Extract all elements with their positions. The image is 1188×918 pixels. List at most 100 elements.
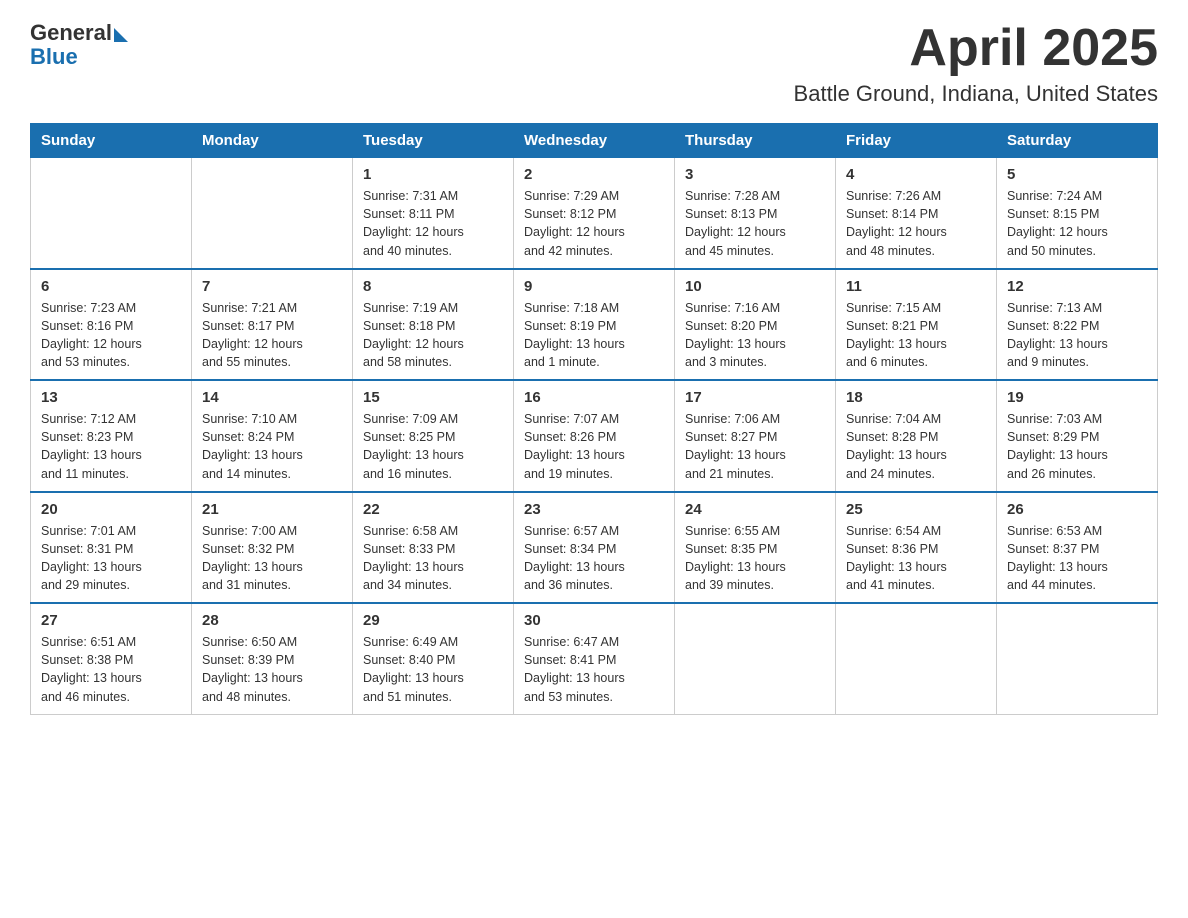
calendar-cell: 15 Sunrise: 7:09 AMSunset: 8:25 PMDayligh… <box>353 380 514 492</box>
calendar-cell: 1 Sunrise: 7:31 AMSunset: 8:11 PMDaylight… <box>353 158 514 269</box>
day-number: 3 <box>685 166 825 183</box>
calendar-cell: 3 Sunrise: 7:28 AMSunset: 8:13 PMDaylight… <box>675 158 836 269</box>
day-number: 30 <box>524 612 664 629</box>
day-number: 10 <box>685 278 825 295</box>
calendar-cell: 10 Sunrise: 7:16 AMSunset: 8:20 PMDayligh… <box>675 269 836 381</box>
logo: General Blue <box>30 20 128 70</box>
col-saturday: Saturday <box>997 124 1158 158</box>
day-info: Sunrise: 6:54 AMSunset: 8:36 PMDaylight:… <box>846 522 986 595</box>
day-number: 25 <box>846 501 986 518</box>
page-title: April 2025 <box>794 20 1158 77</box>
calendar-cell: 2 Sunrise: 7:29 AMSunset: 8:12 PMDaylight… <box>514 158 675 269</box>
calendar-header-row: Sunday Monday Tuesday Wednesday Thursday… <box>31 124 1158 158</box>
day-info: Sunrise: 7:10 AMSunset: 8:24 PMDaylight:… <box>202 410 342 483</box>
day-info: Sunrise: 7:28 AMSunset: 8:13 PMDaylight:… <box>685 187 825 260</box>
col-thursday: Thursday <box>675 124 836 158</box>
calendar-cell: 27Sunrise: 6:51 AMSunset: 8:38 PMDayligh… <box>31 603 192 714</box>
calendar-cell: 21Sunrise: 7:00 AMSunset: 8:32 PMDayligh… <box>192 492 353 604</box>
calendar-cell: 19 Sunrise: 7:03 AMSunset: 8:29 PMDayligh… <box>997 380 1158 492</box>
day-number: 15 <box>363 389 503 406</box>
day-info: Sunrise: 7:24 AMSunset: 8:15 PMDaylight:… <box>1007 187 1147 260</box>
day-info: Sunrise: 7:03 AMSunset: 8:29 PMDaylight:… <box>1007 410 1147 483</box>
day-info: Sunrise: 7:29 AMSunset: 8:12 PMDaylight:… <box>524 187 664 260</box>
calendar-week-row: 1 Sunrise: 7:31 AMSunset: 8:11 PMDaylight… <box>31 158 1158 269</box>
day-info: Sunrise: 7:01 AMSunset: 8:31 PMDaylight:… <box>41 522 181 595</box>
calendar-cell: 23Sunrise: 6:57 AMSunset: 8:34 PMDayligh… <box>514 492 675 604</box>
col-tuesday: Tuesday <box>353 124 514 158</box>
calendar-cell <box>675 603 836 714</box>
calendar-cell: 29 Sunrise: 6:49 AMSunset: 8:40 PMDayligh… <box>353 603 514 714</box>
day-number: 8 <box>363 278 503 295</box>
day-info: Sunrise: 6:57 AMSunset: 8:34 PMDaylight:… <box>524 522 664 595</box>
day-number: 11 <box>846 278 986 295</box>
calendar-week-row: 20 Sunrise: 7:01 AMSunset: 8:31 PMDayligh… <box>31 492 1158 604</box>
day-number: 6 <box>41 278 181 295</box>
day-number: 1 <box>363 166 503 183</box>
day-number: 12 <box>1007 278 1147 295</box>
day-info: Sunrise: 7:16 AMSunset: 8:20 PMDaylight:… <box>685 299 825 372</box>
calendar-cell: 20 Sunrise: 7:01 AMSunset: 8:31 PMDayligh… <box>31 492 192 604</box>
calendar-cell: 12Sunrise: 7:13 AMSunset: 8:22 PMDayligh… <box>997 269 1158 381</box>
calendar-cell: 25 Sunrise: 6:54 AMSunset: 8:36 PMDayligh… <box>836 492 997 604</box>
calendar-cell: 8 Sunrise: 7:19 AMSunset: 8:18 PMDaylight… <box>353 269 514 381</box>
calendar-cell: 30Sunrise: 6:47 AMSunset: 8:41 PMDayligh… <box>514 603 675 714</box>
day-number: 19 <box>1007 389 1147 406</box>
day-info: Sunrise: 6:53 AMSunset: 8:37 PMDaylight:… <box>1007 522 1147 595</box>
day-info: Sunrise: 7:19 AMSunset: 8:18 PMDaylight:… <box>363 299 503 372</box>
day-number: 18 <box>846 389 986 406</box>
calendar-table: Sunday Monday Tuesday Wednesday Thursday… <box>30 123 1158 715</box>
day-info: Sunrise: 6:50 AMSunset: 8:39 PMDaylight:… <box>202 633 342 706</box>
calendar-cell: 24 Sunrise: 6:55 AMSunset: 8:35 PMDayligh… <box>675 492 836 604</box>
page-subtitle: Battle Ground, Indiana, United States <box>794 81 1158 107</box>
day-number: 27 <box>41 612 181 629</box>
day-number: 26 <box>1007 501 1147 518</box>
day-info: Sunrise: 7:31 AMSunset: 8:11 PMDaylight:… <box>363 187 503 260</box>
col-monday: Monday <box>192 124 353 158</box>
calendar-cell: 6 Sunrise: 7:23 AMSunset: 8:16 PMDaylight… <box>31 269 192 381</box>
day-info: Sunrise: 7:04 AMSunset: 8:28 PMDaylight:… <box>846 410 986 483</box>
col-friday: Friday <box>836 124 997 158</box>
day-info: Sunrise: 7:26 AMSunset: 8:14 PMDaylight:… <box>846 187 986 260</box>
day-number: 2 <box>524 166 664 183</box>
calendar-cell <box>192 158 353 269</box>
logo-triangle-icon <box>114 28 128 42</box>
calendar-cell: 14 Sunrise: 7:10 AMSunset: 8:24 PMDayligh… <box>192 380 353 492</box>
day-number: 29 <box>363 612 503 629</box>
day-info: Sunrise: 7:09 AMSunset: 8:25 PMDaylight:… <box>363 410 503 483</box>
calendar-cell <box>31 158 192 269</box>
day-info: Sunrise: 7:06 AMSunset: 8:27 PMDaylight:… <box>685 410 825 483</box>
calendar-cell: 7 Sunrise: 7:21 AMSunset: 8:17 PMDaylight… <box>192 269 353 381</box>
page-header: General Blue April 2025 Battle Ground, I… <box>30 20 1158 107</box>
logo-blue-text: Blue <box>30 44 78 70</box>
calendar-week-row: 13Sunrise: 7:12 AMSunset: 8:23 PMDayligh… <box>31 380 1158 492</box>
day-number: 24 <box>685 501 825 518</box>
day-number: 17 <box>685 389 825 406</box>
calendar-cell: 28 Sunrise: 6:50 AMSunset: 8:39 PMDayligh… <box>192 603 353 714</box>
calendar-cell: 22Sunrise: 6:58 AMSunset: 8:33 PMDayligh… <box>353 492 514 604</box>
calendar-week-row: 27Sunrise: 6:51 AMSunset: 8:38 PMDayligh… <box>31 603 1158 714</box>
day-info: Sunrise: 6:49 AMSunset: 8:40 PMDaylight:… <box>363 633 503 706</box>
day-number: 5 <box>1007 166 1147 183</box>
title-block: April 2025 Battle Ground, Indiana, Unite… <box>794 20 1158 107</box>
calendar-cell: 4Sunrise: 7:26 AMSunset: 8:14 PMDaylight… <box>836 158 997 269</box>
day-number: 20 <box>41 501 181 518</box>
day-info: Sunrise: 7:21 AMSunset: 8:17 PMDaylight:… <box>202 299 342 372</box>
calendar-cell: 11 Sunrise: 7:15 AMSunset: 8:21 PMDayligh… <box>836 269 997 381</box>
calendar-cell: 5 Sunrise: 7:24 AMSunset: 8:15 PMDaylight… <box>997 158 1158 269</box>
calendar-week-row: 6 Sunrise: 7:23 AMSunset: 8:16 PMDaylight… <box>31 269 1158 381</box>
calendar-cell: 16Sunrise: 7:07 AMSunset: 8:26 PMDayligh… <box>514 380 675 492</box>
day-info: Sunrise: 7:07 AMSunset: 8:26 PMDaylight:… <box>524 410 664 483</box>
calendar-cell: 9Sunrise: 7:18 AMSunset: 8:19 PMDaylight… <box>514 269 675 381</box>
logo-general-text: General <box>30 20 112 46</box>
day-number: 7 <box>202 278 342 295</box>
day-info: Sunrise: 6:55 AMSunset: 8:35 PMDaylight:… <box>685 522 825 595</box>
day-info: Sunrise: 7:23 AMSunset: 8:16 PMDaylight:… <box>41 299 181 372</box>
calendar-cell: 26 Sunrise: 6:53 AMSunset: 8:37 PMDayligh… <box>997 492 1158 604</box>
day-info: Sunrise: 7:15 AMSunset: 8:21 PMDaylight:… <box>846 299 986 372</box>
day-number: 28 <box>202 612 342 629</box>
calendar-cell <box>836 603 997 714</box>
calendar-cell: 17 Sunrise: 7:06 AMSunset: 8:27 PMDayligh… <box>675 380 836 492</box>
day-number: 14 <box>202 389 342 406</box>
calendar-cell <box>997 603 1158 714</box>
day-info: Sunrise: 6:58 AMSunset: 8:33 PMDaylight:… <box>363 522 503 595</box>
